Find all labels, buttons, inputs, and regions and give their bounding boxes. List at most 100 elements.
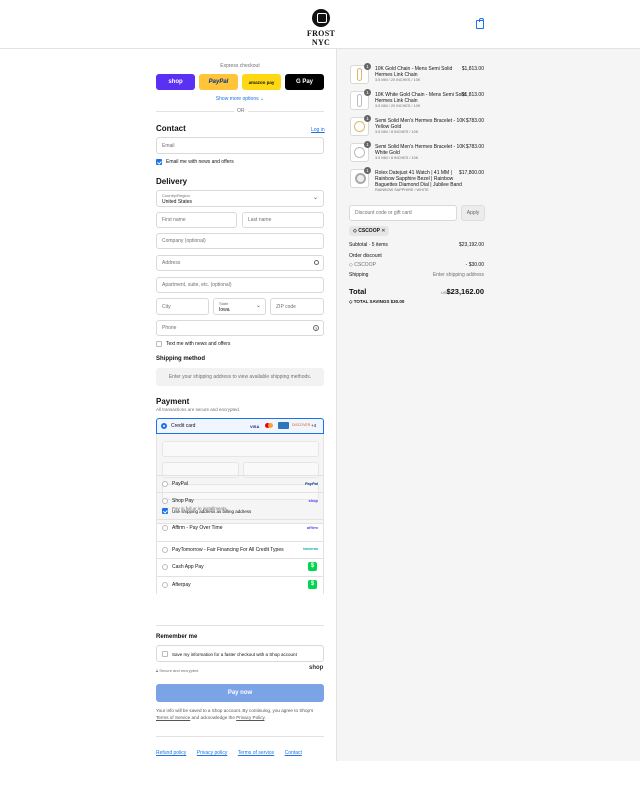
affirm-label: Affirm - Pay Over Time (172, 525, 223, 531)
city-field[interactable]: City (156, 298, 209, 315)
savings-label: TOTAL SAVINGS (353, 299, 390, 304)
express-title: Express checkout (220, 63, 260, 69)
search-icon (314, 260, 319, 265)
google-pay-button[interactable]: G Pay (285, 74, 324, 90)
cash-app-radio[interactable] (162, 564, 168, 570)
cart-item-price: $17,800.00 (458, 170, 484, 176)
affirm-radio[interactable] (162, 525, 168, 531)
privacy-policy-link[interactable]: Privacy policy (197, 750, 228, 756)
discount-field[interactable]: Discount code or gift card (349, 205, 457, 221)
brand-logo[interactable]: FROST NYC (300, 9, 342, 47)
product-variant: 3.5 MM / 20 INCHES / 10K (375, 78, 421, 82)
email-news-checkbox[interactable] (156, 159, 162, 165)
secure-note: 🔒︎ Secure and encrypted (156, 668, 198, 673)
shop-terms-link[interactable]: Terms of Service (156, 715, 190, 720)
product-image (355, 173, 366, 184)
show-more-label: Show more options (215, 96, 259, 102)
text-offers-checkbox[interactable] (156, 341, 162, 347)
remember-checkbox[interactable] (162, 651, 168, 657)
show-more-options[interactable]: Show more options ⌄ (156, 96, 324, 102)
cart-item-price: $783.00 (465, 144, 484, 150)
country-label: Country/Region (162, 193, 190, 198)
shop-pay-label: Shop Pay (172, 498, 194, 504)
product-thumbnail: 1 (350, 141, 371, 162)
address-field[interactable]: Address (156, 255, 324, 271)
paypal-logo-icon: PayPal (304, 481, 318, 486)
quantity-badge: 1 (364, 115, 371, 122)
amazon-pay-label: amazon pay (248, 79, 275, 85)
payment-option-paypal[interactable]: PayPal PayPal (156, 475, 324, 492)
afterpay-label: Afterpay (172, 582, 191, 588)
card-number-field[interactable] (162, 441, 319, 457)
product-title: 10K White Gold Chain - Mens Semi Solid H… (375, 92, 467, 104)
shop-pay-logo-icon: shop (308, 498, 318, 503)
phone-placeholder: Phone (162, 325, 177, 331)
first-name-placeholder: First name (162, 217, 186, 223)
bag-icon[interactable] (476, 18, 484, 29)
afterpay-logo-icon: $ (308, 580, 317, 589)
shop-logo: shop (309, 665, 324, 671)
email-placeholder: Email (162, 142, 175, 149)
login-link[interactable]: Log in (311, 127, 325, 133)
shop-pay-button[interactable]: shop (156, 74, 195, 90)
pay-now-button[interactable]: Pay now (156, 684, 324, 702)
state-select[interactable]: State Iowa ⌄ (213, 298, 266, 315)
payment-option-paytomorrow[interactable]: PayTomorrow - Fair Financing For All Cre… (156, 541, 324, 558)
contact-link[interactable]: Contact (285, 750, 302, 756)
cash-app-label: Cash App Pay (172, 564, 204, 570)
remember-option[interactable]: Save my information for a faster checkou… (156, 645, 324, 662)
payment-option-cash-app[interactable]: Cash App Pay $ (156, 558, 324, 576)
shipping-label: Shipping (349, 272, 369, 278)
help-icon[interactable]: ? (313, 325, 319, 331)
terms-of-service-link[interactable]: Terms of service (238, 750, 274, 756)
google-pay-label: G Pay (295, 79, 313, 85)
discover-icon: DISCOVER (292, 423, 311, 427)
first-name-field[interactable]: First name (156, 212, 237, 228)
subtotal-label: Subtotal · 5 items (349, 242, 388, 248)
apply-button[interactable]: Apply (461, 205, 485, 221)
applied-code-label: CSCOOP (354, 262, 376, 268)
cart-item-name: Semi Solid Men's Hermes Bracelet - 10K W… (375, 144, 467, 161)
visa-icon: VISA (250, 424, 260, 429)
remember-label: Save my information for a faster checkou… (172, 652, 297, 657)
lock-icon: 🔒︎ (156, 668, 159, 673)
country-select[interactable]: Country/Region United States ⌄ (156, 190, 324, 207)
shop-pay-radio[interactable] (162, 498, 168, 504)
paytomorrow-radio[interactable] (162, 547, 168, 553)
product-thumbnail: 1 (350, 89, 371, 110)
close-icon[interactable]: ✕ (381, 228, 385, 234)
brand-name: FROST NYC (306, 29, 336, 47)
state-value: Iowa (219, 307, 230, 313)
payment-option-shop-pay[interactable]: Shop Pay Pay in full or in installments sh… (156, 492, 324, 519)
payment-option-affirm[interactable]: Affirm - Pay Over Time affirm (156, 519, 324, 541)
or-divider-label: OR (234, 108, 248, 114)
quantity-badge: 1 (364, 89, 371, 96)
header: FROST NYC (0, 0, 640, 49)
afterpay-radio[interactable] (162, 582, 168, 588)
paypal-button[interactable]: PayPal (199, 74, 238, 90)
refund-policy-link[interactable]: Refund policy (156, 750, 186, 756)
apartment-field[interactable]: Apartment, suite, etc. (optional) (156, 277, 324, 293)
amazon-pay-button[interactable]: amazon pay (242, 74, 281, 90)
paypal-radio[interactable] (162, 481, 168, 487)
divider (156, 736, 324, 737)
payment-option-afterpay[interactable]: Afterpay $ (156, 576, 324, 594)
email-field[interactable]: Email (156, 137, 324, 154)
product-thumbnail: 1 (350, 115, 371, 136)
phone-field[interactable]: Phone ? (156, 320, 324, 336)
country-value: United States (162, 199, 193, 205)
credit-card-radio[interactable] (161, 423, 167, 429)
chevron-down-icon: ⌄ (260, 96, 265, 102)
discount-tag: ◇ CSCOOP ✕ (349, 226, 390, 236)
company-field[interactable]: Company (optional) (156, 233, 324, 249)
shop-privacy-link[interactable]: Privacy Policy (236, 715, 264, 720)
shipping-value: Enter shipping address (432, 272, 484, 278)
mastercard-icon (265, 423, 273, 429)
zip-field[interactable]: ZIP code (270, 298, 324, 315)
credit-card-option[interactable]: Credit card VISA DISCOVER +4 (156, 418, 324, 434)
product-thumbnail: 1 (350, 167, 371, 188)
quantity-badge: 1 (364, 141, 371, 148)
last-name-field[interactable]: Last name (242, 212, 324, 228)
delivery-title: Delivery (156, 177, 188, 186)
applied-code: ◇ CSCOOP (349, 262, 376, 268)
